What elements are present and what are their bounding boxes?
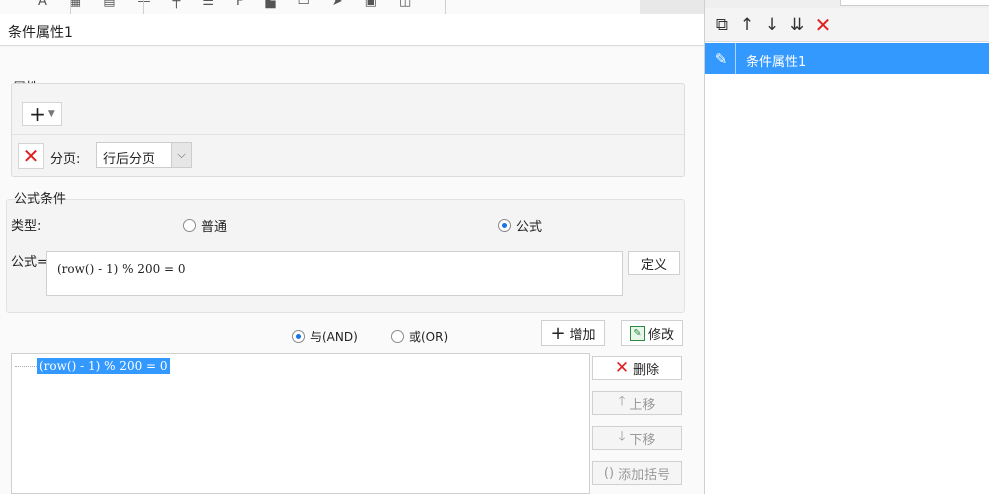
right-top-field [840, 0, 989, 6]
and-label: 与(AND) [310, 330, 358, 344]
arrow-icon[interactable]: ➤ [332, 0, 343, 9]
add-bracket-button[interactable]: () 添加括号 [592, 461, 682, 485]
font-icon[interactable]: A [38, 0, 47, 9]
tree-line [15, 365, 37, 367]
window-icon[interactable]: ◫ [399, 0, 411, 9]
plus-icon: + [29, 102, 46, 126]
chevron-down-icon: ▼ [47, 108, 55, 119]
dialog-title-bar: 条件属性1 [0, 14, 704, 46]
formula-label: 公式= [11, 255, 48, 270]
type-formula-label: 公式 [516, 220, 543, 235]
grid-icon[interactable]: ▤ [103, 0, 115, 9]
edit-icon: ✎ [629, 325, 645, 341]
close-icon: ✕ [22, 144, 40, 168]
type-label: 类型: [11, 219, 42, 234]
page-break-row: ✕ 分页: 行后分页 ⌵ [12, 134, 684, 176]
item-divider [735, 43, 736, 74]
and-radio[interactable]: 与(AND) [292, 328, 358, 345]
radio-unselected-icon [183, 219, 196, 232]
remove-attribute-button[interactable]: ✕ [18, 143, 44, 169]
page-break-label: 分页: [50, 152, 81, 167]
bracket-icon: () [603, 465, 615, 481]
chevron-down-icon[interactable]: ⌵ [171, 143, 191, 167]
or-label: 或(OR) [409, 330, 449, 344]
move-down-button[interactable]: 🡓 下移 [592, 426, 682, 450]
right-top-strip [705, 0, 989, 8]
type-formula-radio[interactable]: 公式 [498, 216, 542, 235]
radio-selected-icon [498, 219, 511, 232]
arrow-up-icon: 🡑 [618, 394, 626, 409]
condition-editor-panel: 属性: + ▼ ✕ 分页: 行后分页 ⌵ 公式条件 类型: 普通 公式 公式= … [0, 47, 704, 494]
delete-label: 删除 [633, 362, 660, 378]
radio-selected-icon [292, 330, 305, 343]
toolbar-gray-area [640, 0, 704, 14]
add-condition-label: 增加 [569, 327, 596, 343]
formula-input[interactable]: (row() - 1) % 200 = 0 [46, 251, 623, 296]
or-radio[interactable]: 或(OR) [391, 328, 448, 345]
chart-icon[interactable]: ▙ [265, 0, 275, 9]
modify-condition-label: 修改 [647, 327, 674, 343]
page-break-value: 行后分页 [103, 152, 156, 167]
top-toolbar-strip: A ▦ ▤ — ┼ ☰ F ▙ ▭ ➤ ▣ ◫ [0, 0, 704, 14]
modify-condition-button[interactable]: ✎ 修改 [621, 320, 683, 346]
logic-row: 与(AND) 或(OR) + 增加 ✎ 修改 [0, 319, 704, 349]
format-icon[interactable]: F [236, 0, 243, 9]
toolbar-divider [70, 0, 71, 14]
image-icon[interactable]: ▭ [297, 0, 309, 9]
pencil-icon: ✎ [714, 50, 728, 68]
move-up-label: 上移 [629, 397, 656, 413]
plus-icon: + [550, 322, 566, 344]
attributes-box: + ▼ ✕ 分页: 行后分页 ⌵ [11, 83, 685, 177]
formula-condition-section-label: 公式条件 [14, 192, 67, 207]
type-normal-label: 普通 [201, 220, 228, 235]
dialog-title: 条件属性1 [8, 25, 73, 41]
move-to-bottom-icon[interactable]: ⇊ [786, 14, 808, 36]
add-attribute-button[interactable]: + ▼ [22, 102, 62, 126]
move-down-label: 下移 [629, 432, 656, 448]
list-item[interactable]: (row() - 1) % 200 = 0 [15, 358, 170, 374]
arrow-up-icon[interactable]: ↑ [736, 14, 758, 36]
arrow-down-icon: 🡓 [618, 429, 626, 444]
page-break-select[interactable]: 行后分页 ⌵ [96, 142, 192, 168]
delete-icon[interactable]: ✕ [812, 13, 834, 37]
condition-toolbar: ⧉ ↑ ↓ ⇊ ✕ [705, 8, 989, 42]
toolbar-icons: A ▦ ▤ — ┼ ☰ F ▙ ▭ ➤ ▣ ◫ [38, 0, 411, 9]
add-condition-button[interactable]: + 增加 [541, 320, 605, 346]
condition-list[interactable]: (row() - 1) % 200 = 0 [11, 353, 590, 494]
frame-icon[interactable]: ▣ [365, 0, 377, 9]
add-bracket-label: 添加括号 [618, 467, 671, 483]
align-icon[interactable]: ☰ [202, 0, 214, 9]
close-icon: ✕ [614, 358, 630, 378]
arrow-down-icon[interactable]: ↓ [761, 14, 783, 36]
copy-icon[interactable]: ⧉ [711, 14, 733, 36]
condition-list-item[interactable]: ✎ 条件属性1 [705, 43, 989, 74]
condition-item-label: 条件属性1 [746, 55, 807, 70]
type-normal-radio[interactable]: 普通 [183, 216, 227, 235]
toolbar-divider [143, 0, 144, 14]
define-button[interactable]: 定义 [628, 251, 680, 275]
move-up-button[interactable]: 🡑 上移 [592, 391, 682, 415]
condition-list-panel: ⧉ ↑ ↓ ⇊ ✕ ✎ 条件属性1 [704, 0, 989, 494]
condition-text: (row() - 1) % 200 = 0 [37, 358, 170, 374]
cursor-icon[interactable]: ┼ [173, 0, 181, 9]
toolbar-divider [445, 0, 446, 14]
radio-unselected-icon [391, 330, 404, 343]
delete-button[interactable]: ✕ 删除 [592, 356, 682, 380]
line-icon[interactable]: — [138, 0, 151, 9]
